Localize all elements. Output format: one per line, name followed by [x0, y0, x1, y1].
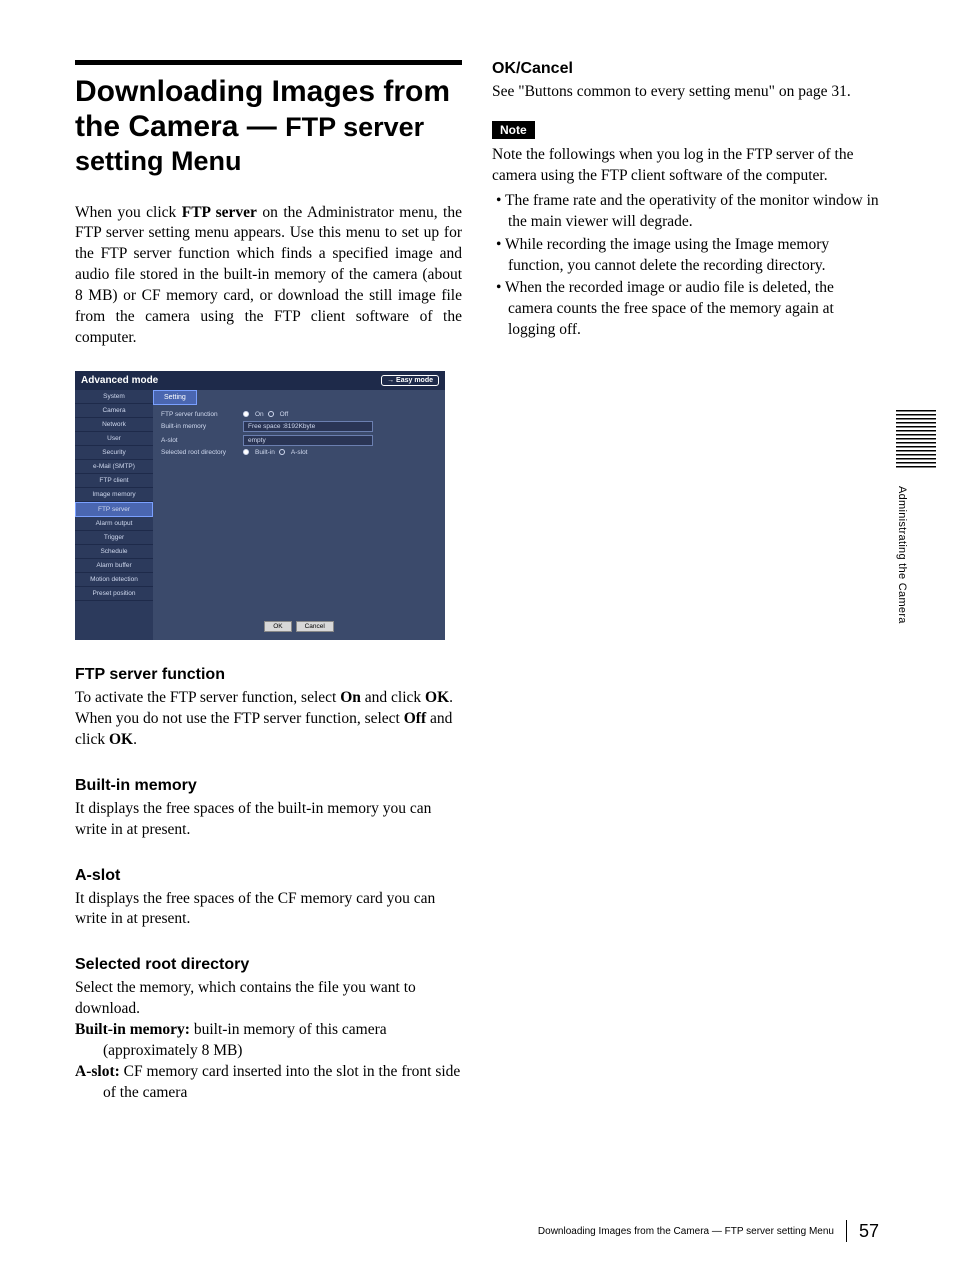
- nav-item: System: [75, 390, 153, 404]
- shot-cancel-button: Cancel: [296, 621, 334, 632]
- tab-setting: Setting: [153, 390, 197, 405]
- opt-aslot: A-slot: [291, 449, 308, 456]
- shot-ok-button: OK: [264, 621, 291, 632]
- label-root: Selected root directory: [161, 449, 239, 456]
- nav-item: Schedule: [75, 545, 153, 559]
- heading-root: Selected root directory: [75, 956, 462, 974]
- footer-divider: [846, 1220, 847, 1242]
- nav-item: Alarm output: [75, 517, 153, 531]
- builtin-p: It displays the free spaces of the built…: [75, 799, 462, 841]
- bold-ok: OK: [425, 689, 449, 706]
- shot-header: Advanced mode → Easy mode: [75, 371, 445, 390]
- opt-builtin: Built-in: [255, 449, 275, 456]
- heading-ok-cancel: OK/Cancel: [492, 60, 879, 78]
- bold-off: Off: [404, 710, 426, 727]
- radio-on-icon: [243, 411, 249, 417]
- nav-item: Camera: [75, 404, 153, 418]
- field-freespace: Free space :8192Kbyte: [243, 421, 373, 432]
- heading-aslot: A-slot: [75, 867, 462, 885]
- ok-cancel-p: See "Buttons common to every setting men…: [492, 82, 879, 103]
- t: To activate the FTP server function, sel…: [75, 689, 340, 706]
- page-number: 57: [859, 1221, 879, 1242]
- nav-item: Trigger: [75, 531, 153, 545]
- radio-builtin-icon: [243, 449, 249, 455]
- nav-item: Network: [75, 418, 153, 432]
- nav-item: Motion detection: [75, 573, 153, 587]
- side-tab: Administrating the Camera: [896, 410, 936, 624]
- heading-builtin: Built-in memory: [75, 777, 462, 795]
- ftp-func-p2: When you do not use the FTP server funct…: [75, 709, 462, 751]
- section-rule: [75, 60, 462, 65]
- note-intro: Note the followings when you log in the …: [492, 145, 879, 187]
- note-bullet: While recording the image using the Imag…: [492, 235, 879, 277]
- label-builtin: Built-in memory: [161, 423, 239, 430]
- root-p: Select the memory, which contains the fi…: [75, 978, 462, 1020]
- footer-text: Downloading Images from the Camera — FTP…: [538, 1226, 834, 1237]
- opt-on: On: [255, 411, 264, 418]
- label-aslot: A-slot: [161, 437, 239, 444]
- intro-paragraph: When you click FTP server on the Adminis…: [75, 203, 462, 349]
- bold-on: On: [340, 689, 361, 706]
- shot-main: Setting FTP server function On Off Built…: [153, 390, 445, 640]
- side-text: Administrating the Camera: [896, 486, 908, 624]
- intro-text-c: on the Administrator menu, the FTP serve…: [75, 204, 462, 347]
- easy-mode-button: → Easy mode: [381, 375, 439, 386]
- heading-ftp-function: FTP server function: [75, 666, 462, 684]
- def-aslot: A-slot: CF memory card inserted into the…: [75, 1062, 462, 1104]
- intro-text-a: When you click: [75, 204, 182, 221]
- aslot-p: It displays the free spaces of the CF me…: [75, 889, 462, 931]
- nav-item: Preset position: [75, 587, 153, 601]
- ftp-func-p1: To activate the FTP server function, sel…: [75, 688, 462, 709]
- shot-nav: System Camera Network User Security e-Ma…: [75, 390, 153, 640]
- nav-item: FTP client: [75, 474, 153, 488]
- note-label: Note: [492, 121, 535, 139]
- thumb-index-icon: [896, 410, 936, 470]
- note-bullet: The frame rate and the operativity of th…: [492, 191, 879, 233]
- settings-screenshot: Advanced mode → Easy mode System Camera …: [75, 371, 445, 640]
- intro-bold-ftp: FTP server: [182, 204, 257, 221]
- t: and click: [361, 689, 425, 706]
- def-aslot-text: CF memory card inserted into the slot in…: [103, 1063, 460, 1101]
- t: .: [133, 731, 137, 748]
- radio-aslot-icon: [279, 449, 285, 455]
- nav-item: Security: [75, 446, 153, 460]
- nav-item-active: FTP server: [75, 502, 153, 517]
- field-aslot: empty: [243, 435, 373, 446]
- nav-item: Alarm buffer: [75, 559, 153, 573]
- title-dash: —: [238, 110, 285, 143]
- t: .: [449, 689, 453, 706]
- nav-item: Image memory: [75, 488, 153, 502]
- t: When you do not use the FTP server funct…: [75, 710, 404, 727]
- term-builtin: Built-in memory:: [75, 1021, 190, 1038]
- nav-item: e-Mail (SMTP): [75, 460, 153, 474]
- shot-mode: Advanced mode: [81, 375, 158, 386]
- term-aslot: A-slot:: [75, 1063, 120, 1080]
- note-bullets: The frame rate and the operativity of th…: [492, 191, 879, 341]
- radio-off-icon: [268, 411, 274, 417]
- bold-ok: OK: [109, 731, 133, 748]
- nav-item: User: [75, 432, 153, 446]
- page-footer: Downloading Images from the Camera — FTP…: [538, 1220, 879, 1242]
- opt-off: Off: [280, 411, 289, 418]
- label-ftp-func: FTP server function: [161, 411, 239, 418]
- note-bullet: When the recorded image or audio file is…: [492, 278, 879, 341]
- page-title: Downloading Images from the Camera — FTP…: [75, 75, 462, 179]
- def-builtin: Built-in memory: built-in memory of this…: [75, 1020, 462, 1062]
